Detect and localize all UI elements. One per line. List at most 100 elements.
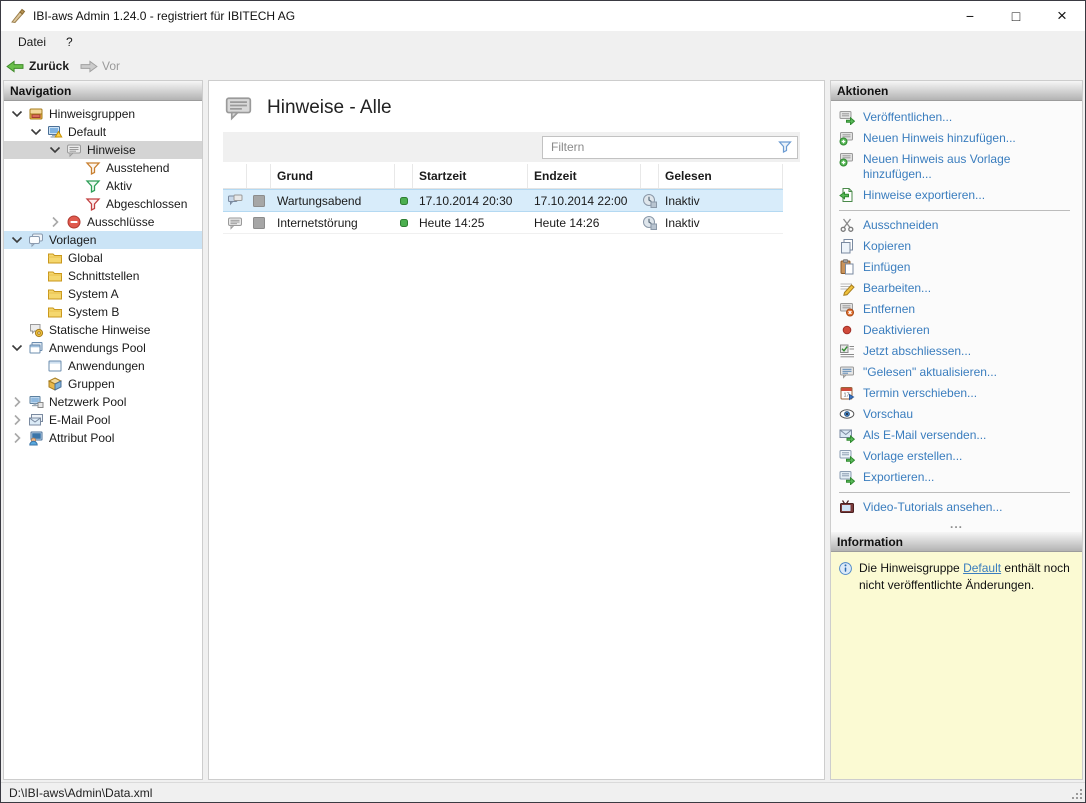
back-button[interactable]: Zurück [6,59,69,74]
tree-item-aktiv[interactable]: Aktiv [4,177,202,195]
chevron-down-icon[interactable] [28,124,44,140]
green-dot-icon [396,215,412,231]
close-button[interactable]: × [1039,1,1085,31]
tree-item-attribut-pool[interactable]: Attribut Pool [4,429,202,447]
tree-item-schnittstellen[interactable]: Schnittstellen [4,267,202,285]
tree-item-system-a[interactable]: System A [4,285,202,303]
filter-input[interactable]: Filtern [542,136,798,159]
funnel-orange-icon [85,160,101,176]
paste-icon [839,259,855,275]
navigation-header: Navigation [4,81,202,101]
column-header-startzeit[interactable]: Startzeit [413,164,528,188]
folder-icon [47,286,63,302]
action-einf-gen[interactable]: Einfügen [837,257,1080,278]
table-row-wartungsabend[interactable]: Wartungsabend17.10.2014 20:3017.10.2014 … [223,189,783,212]
chevron-down-icon[interactable] [9,340,25,356]
cell-endzeit: Heute 14:26 [528,212,641,233]
preview-icon [839,406,855,422]
chevron-right-icon[interactable] [9,430,25,446]
tree-item-statische-hinweise[interactable]: Statische Hinweise [4,321,202,339]
tree-item-hinweisgruppen[interactable]: Hinweisgruppen [4,105,202,123]
action-ausschneiden[interactable]: Ausschneiden [837,215,1080,236]
cell-status [395,190,413,211]
tree-item-label: Statische Hinweise [49,323,150,337]
tree-item-hinweise[interactable]: Hinweise [4,141,202,159]
column-header-icon[interactable] [395,164,413,188]
column-header-grund[interactable]: Grund [271,164,395,188]
action-vorlage-erstellen[interactable]: Vorlage erstellen... [837,446,1080,467]
tree-item-netzwerk-pool[interactable]: Netzwerk Pool [4,393,202,411]
cell-gelesen: Inaktiv [659,190,783,211]
chevron-down-icon[interactable] [47,142,63,158]
table-row-internetst-rung[interactable]: InternetstörungHeute 14:25Heute 14:26Ina… [223,212,783,234]
remove-icon [839,301,855,317]
chevron-down-icon[interactable] [9,232,25,248]
blank [9,322,25,338]
action-ver-ffentlichen[interactable]: Veröffentlichen... [837,107,1080,128]
action-hinweise-exportieren[interactable]: Hinweise exportieren... [837,185,1080,206]
tree-item-label: System B [68,305,119,319]
actions-more-grip[interactable]: ... [831,520,1082,532]
cell-gelesen_icon [641,190,659,211]
menu-datei[interactable]: Datei [9,33,55,51]
tree-item-anwendungs-pool[interactable]: Anwendungs Pool [4,339,202,357]
action-bearbeiten[interactable]: Bearbeiten... [837,278,1080,299]
user-monitor-icon [28,430,44,446]
cell-status [395,212,413,233]
action-gelesen-aktualisieren[interactable]: "Gelesen" aktualisieren... [837,362,1080,383]
action-neuen-hinweis-hinzuf-gen[interactable]: Neuen Hinweis hinzufügen... [837,128,1080,149]
chevron-down-icon[interactable] [9,106,25,122]
column-header-icon[interactable] [223,164,247,188]
deactivate-icon [839,322,855,338]
column-header-icon[interactable] [247,164,271,188]
action-label: Veröffentlichen... [863,110,952,125]
tree-item-label: Vorlagen [49,233,96,247]
action-als-e-mail-versenden[interactable]: Als E-Mail versenden... [837,425,1080,446]
action-exportieren[interactable]: Exportieren... [837,467,1080,488]
tree-item-ausstehend[interactable]: Ausstehend [4,159,202,177]
default-link[interactable]: Default [963,561,1001,575]
cell-type [223,212,247,233]
actions-separator [839,210,1070,211]
tree-item-gruppen[interactable]: Gruppen [4,375,202,393]
column-header-gelesen[interactable]: Gelesen [659,164,783,188]
action-termin-verschieben[interactable]: 17Termin verschieben... [837,383,1080,404]
blank [66,196,82,212]
action-entfernen[interactable]: Entfernen [837,299,1080,320]
table-header-row: Grund StartzeitEndzeit Gelesen [223,164,783,189]
action-deaktivieren[interactable]: Deaktivieren [837,320,1080,341]
cut-icon [839,217,855,233]
tree-item-abgeschlossen[interactable]: Abgeschlossen [4,195,202,213]
tree-item-label: Attribut Pool [49,431,114,445]
chevron-right-icon[interactable] [9,394,25,410]
column-header-endzeit[interactable]: Endzeit [528,164,641,188]
tree-item-system-b[interactable]: System B [4,303,202,321]
minimize-button[interactable]: − [947,1,993,31]
chevron-right-icon[interactable] [9,412,25,428]
action-video-tutorials-ansehen[interactable]: Video-Tutorials ansehen... [837,497,1080,518]
action-neuen-hinweis-aus-vorlage-hinzuf-gen[interactable]: Neuen Hinweis aus Vorlage hinzufügen... [837,149,1080,185]
tree-item-e-mail-pool[interactable]: E-Mail Pool [4,411,202,429]
tree-item-default[interactable]: Default [4,123,202,141]
tree-item-anwendungen[interactable]: Anwendungen [4,357,202,375]
action-label: Kopieren [863,239,911,254]
navigation-panel: Navigation HinweisgruppenDefault Hinweise… [3,80,203,780]
file-export-icon [839,187,855,203]
maximize-button[interactable]: □ [993,1,1039,31]
tree-item-ausschl-sse[interactable]: Ausschlüsse [4,213,202,231]
action-kopieren[interactable]: Kopieren [837,236,1080,257]
action-vorschau[interactable]: Vorschau [837,404,1080,425]
action-jetzt-abschliessen[interactable]: Jetzt abschliessen... [837,341,1080,362]
column-header-icon[interactable] [641,164,659,188]
tree-item-label: Hinweise [87,143,136,157]
chevron-right-icon[interactable] [47,214,63,230]
actions-panel: Aktionen Veröffentlichen...Neuen Hinweis… [830,80,1083,780]
tree-item-global[interactable]: Global [4,249,202,267]
tree-item-vorlagen[interactable]: Vorlagen [4,231,202,249]
resize-grip-icon[interactable] [1070,787,1082,799]
filter-icon[interactable] [777,139,793,155]
menu-help[interactable]: ? [57,33,82,51]
action-label: Hinweise exportieren... [863,188,985,203]
forward-button[interactable]: Vor [79,59,120,74]
cell-color [247,212,271,233]
